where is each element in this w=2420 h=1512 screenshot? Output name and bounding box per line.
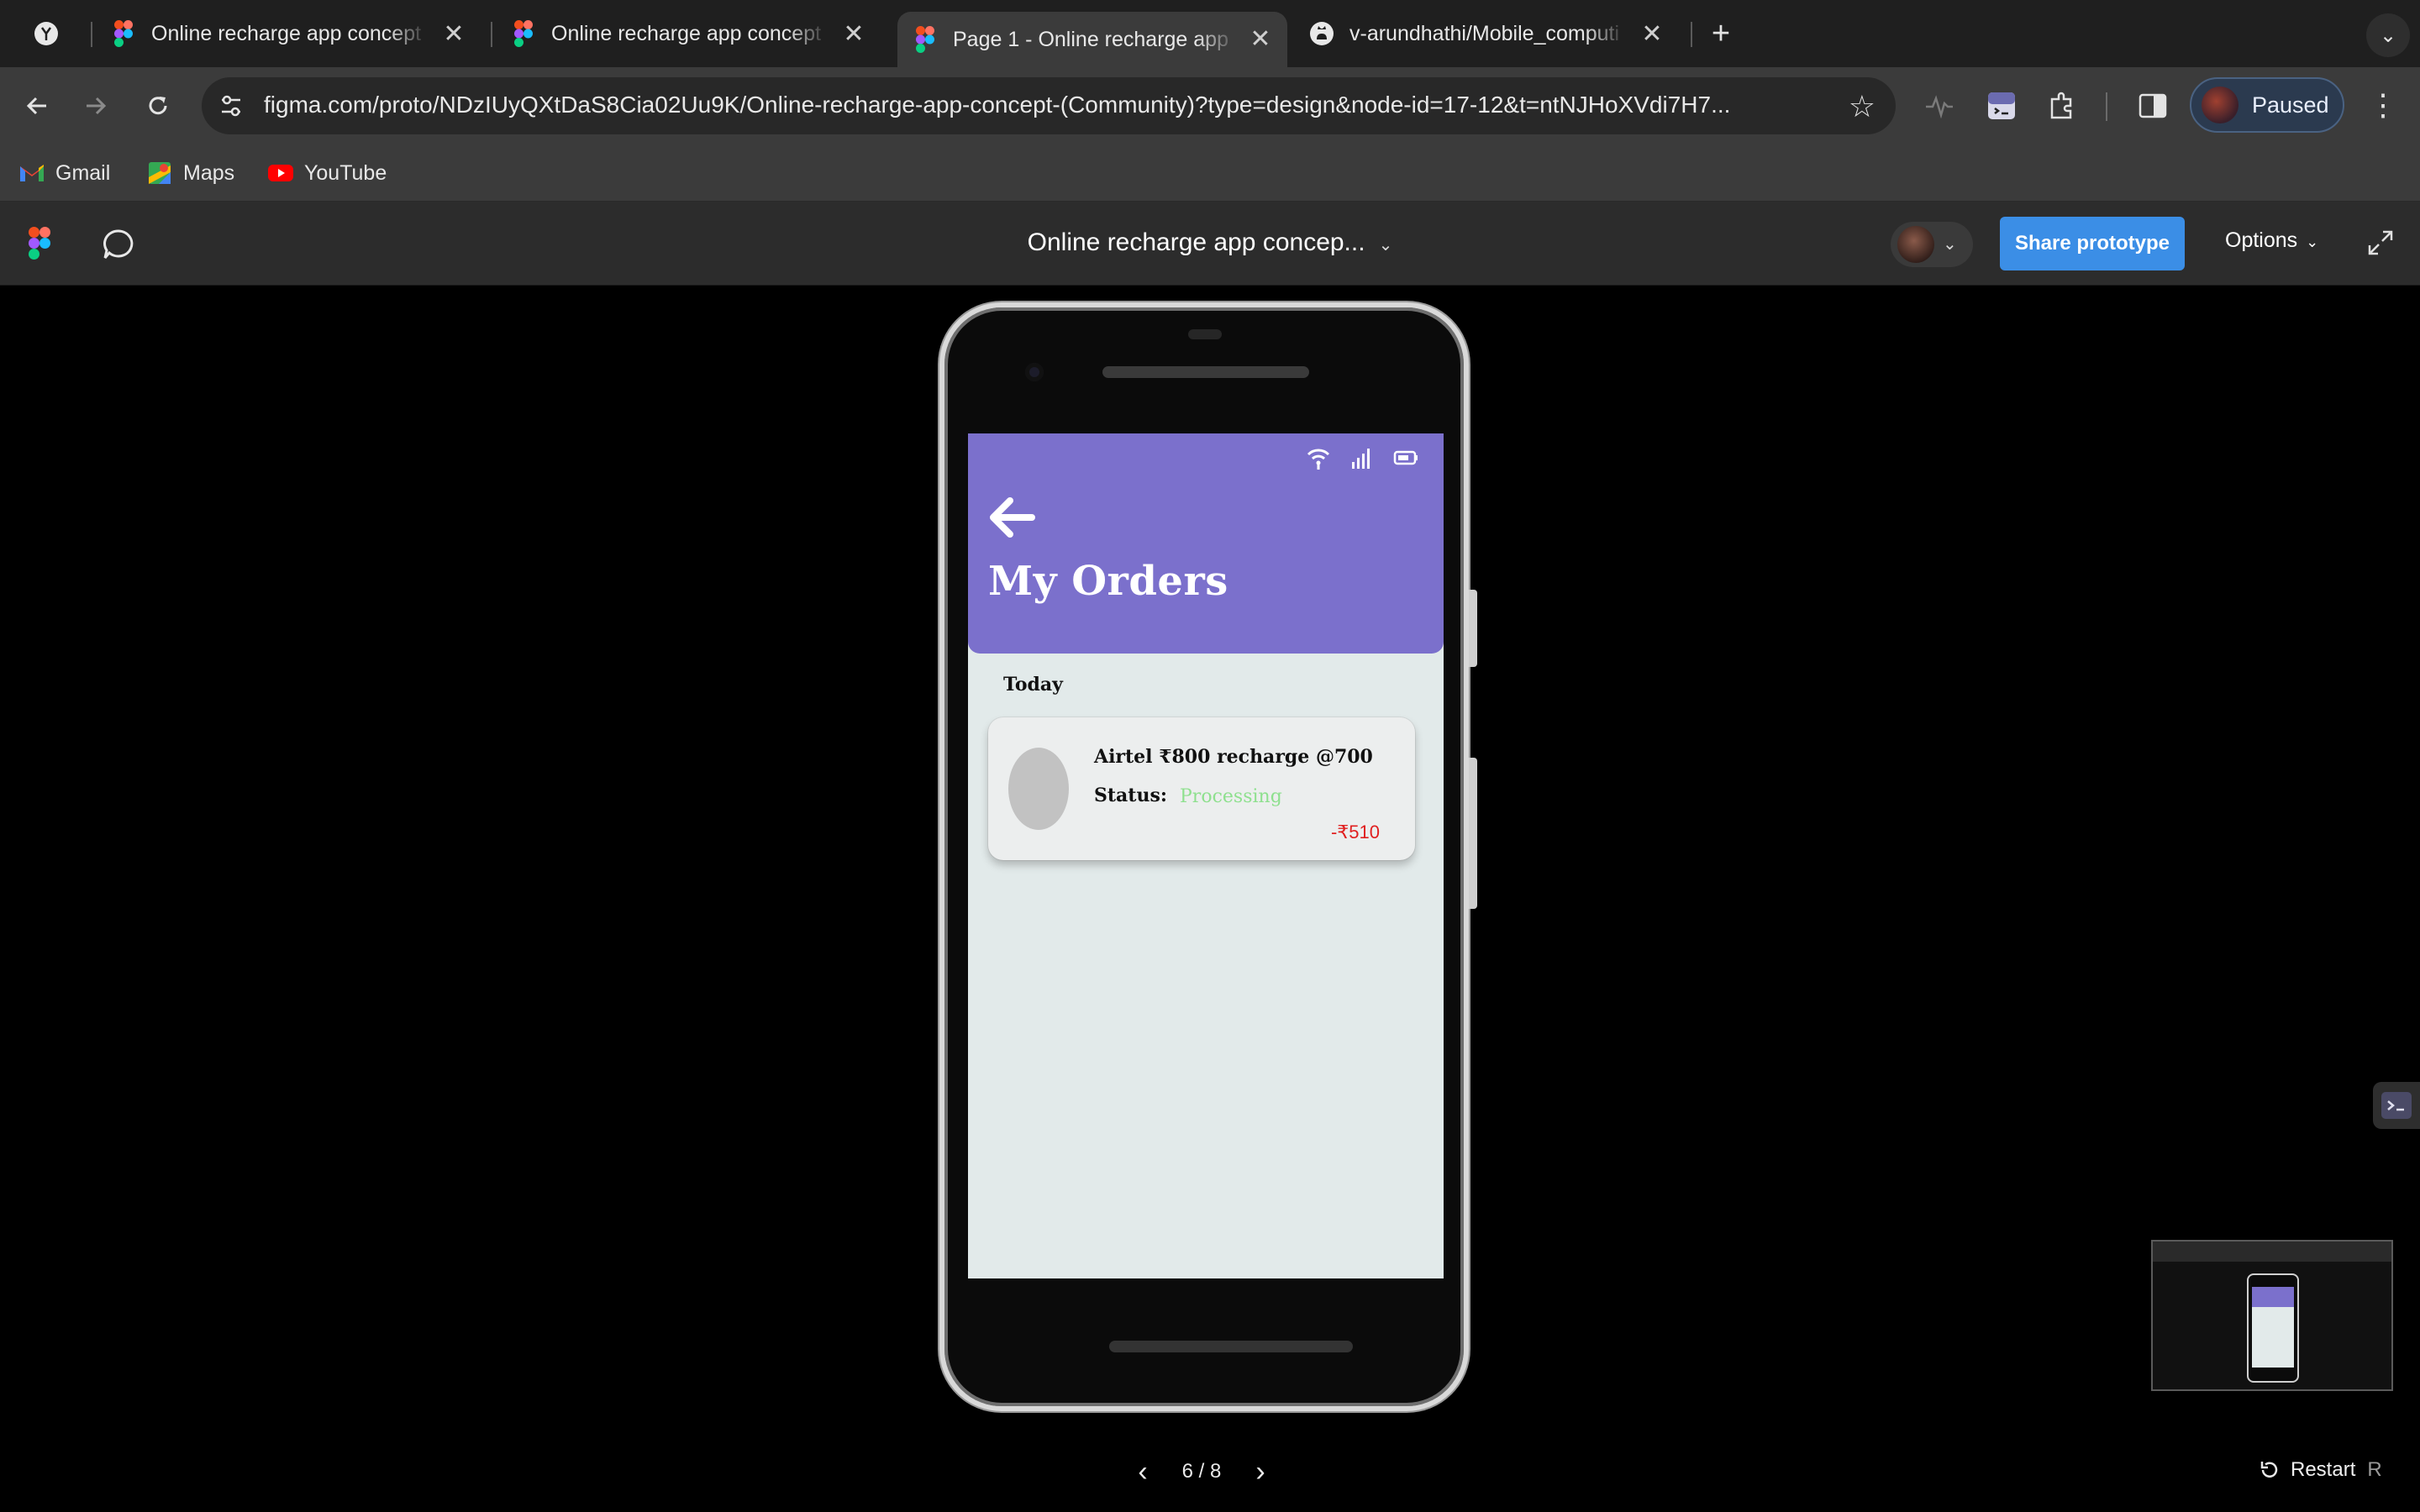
- figma-icon: [913, 26, 938, 53]
- bookmark-label: Maps: [183, 160, 235, 185]
- bookmark-gmail[interactable]: Gmail: [18, 158, 110, 188]
- front-camera: [1025, 363, 1044, 381]
- file-title: Online recharge app concep...: [1027, 228, 1365, 256]
- reload-button[interactable]: [138, 86, 178, 126]
- bookmark-star-icon[interactable]: ☆: [1849, 89, 1876, 124]
- close-tab-icon[interactable]: ✕: [839, 18, 869, 49]
- browser-toolbar: figma.com/proto/NDzIUyQXtDaS8Cia02Uu9K/O…: [0, 67, 2420, 144]
- restart-label: Restart: [2291, 1458, 2356, 1481]
- extension-floating-button[interactable]: [2373, 1082, 2420, 1129]
- share-prototype-button[interactable]: Share prototype: [2000, 217, 2185, 270]
- bottom-speaker: [1109, 1341, 1353, 1352]
- order-amount: -₹510: [1330, 822, 1380, 843]
- figma-icon: [111, 20, 136, 47]
- maps-icon: [146, 160, 173, 186]
- restart-icon: [2260, 1462, 2278, 1478]
- status-bar: [1306, 445, 1418, 470]
- previous-frame-icon[interactable]: ‹: [1126, 1456, 1160, 1488]
- earpiece-speaker: [1102, 366, 1309, 378]
- tab-title: Online recharge app concept: [551, 21, 822, 45]
- bookmark-maps[interactable]: Maps: [146, 158, 234, 188]
- bookmark-label: YouTube: [304, 160, 387, 185]
- bookmark-youtube[interactable]: YouTube: [267, 158, 387, 188]
- extension-terminal-icon[interactable]: [1983, 87, 2020, 124]
- back-button[interactable]: [17, 86, 57, 126]
- next-frame-icon[interactable]: ›: [1244, 1456, 1277, 1488]
- chevron-down-icon: ⌄: [1378, 236, 1393, 255]
- status-value: Processing: [1180, 786, 1282, 807]
- app-screen: My Orders Today Airtel ₹800 recharge @70…: [968, 433, 1444, 1278]
- options-menu[interactable]: Options ⌄: [2225, 228, 2318, 253]
- chevron-down-icon: ⌄: [2306, 234, 2319, 250]
- url-text[interactable]: figma.com/proto/NDzIUyQXtDaS8Cia02Uu9K/O…: [264, 92, 1730, 118]
- profile-status: Paused: [2252, 92, 2329, 118]
- tab-title: v-arundhathi/Mobile_computi: [1349, 21, 1620, 45]
- browser-menu-icon[interactable]: ⋮: [2368, 87, 2398, 123]
- power-button: [1469, 590, 1477, 667]
- back-arrow-icon[interactable]: [988, 497, 1035, 538]
- new-tab-button[interactable]: +: [1701, 13, 1741, 54]
- signal-icon: [1352, 449, 1370, 469]
- close-tab-icon[interactable]: ✕: [1245, 24, 1276, 54]
- gmail-icon: [18, 160, 45, 186]
- forward-button[interactable]: [76, 86, 116, 126]
- tab-strip: Online recharge app concept ✕ Online rec…: [0, 0, 2420, 67]
- side-panel-icon[interactable]: [2134, 87, 2171, 124]
- page-indicator: 6 / 8: [1181, 1460, 1222, 1483]
- tab-figma-active[interactable]: Page 1 - Online recharge app ✕: [897, 12, 1287, 67]
- restart-shortcut: R: [2367, 1458, 2382, 1481]
- forward-icon: [87, 97, 107, 115]
- restart-button[interactable]: Restart R: [2259, 1458, 2382, 1482]
- youtube-icon: [267, 160, 294, 186]
- section-date-label: Today: [1003, 674, 1063, 696]
- order-card[interactable]: Airtel ₹800 recharge @700 Status: Proces…: [988, 717, 1415, 860]
- tab-title: Online recharge app concept: [151, 21, 422, 45]
- back-icon: [26, 97, 46, 115]
- close-tab-icon[interactable]: ✕: [439, 18, 469, 49]
- fullscreen-icon[interactable]: [2366, 228, 2395, 257]
- tab-github[interactable]: v-arundhathi/Mobile_computi ✕: [1309, 12, 1679, 55]
- minimap-thumbnail[interactable]: [2151, 1240, 2393, 1391]
- extension-activity-icon[interactable]: [1921, 87, 1958, 124]
- tab-figma-2[interactable]: Online recharge app concept ✕: [511, 12, 881, 55]
- close-tab-icon[interactable]: ✕: [1637, 18, 1667, 49]
- avatar: [2202, 87, 2238, 123]
- status-label: Status:: [1094, 785, 1167, 806]
- github-icon: [1309, 21, 1334, 46]
- site-info-icon[interactable]: [217, 92, 245, 120]
- tab-figma-1[interactable]: Online recharge app concept ✕: [111, 12, 481, 55]
- tab-search-button[interactable]: ⌄: [2366, 13, 2410, 57]
- order-name: Airtel ₹800 recharge @700: [1094, 746, 1373, 768]
- reload-icon: [149, 97, 167, 115]
- options-label: Options: [2225, 228, 2298, 252]
- tab-title: Page 1 - Online recharge app: [953, 27, 1228, 51]
- profile-button[interactable]: Paused: [2190, 77, 2344, 133]
- perplexity-icon: [34, 21, 59, 46]
- prototype-pager: ‹ 6 / 8 ›: [1126, 1453, 1277, 1490]
- tab-perplexity[interactable]: [34, 12, 74, 55]
- bookmarks-bar: Gmail Maps YouTube: [0, 144, 2420, 202]
- wifi-icon: [1307, 449, 1330, 470]
- viewer-avatar-menu[interactable]: ⌄: [1891, 222, 1973, 267]
- battery-icon: [1393, 450, 1418, 465]
- address-bar[interactable]: figma.com/proto/NDzIUyQXtDaS8Cia02Uu9K/O…: [202, 77, 1896, 134]
- figma-prototype-toolbar: Online recharge app concep... ⌄ ⌄ Share p…: [0, 202, 2420, 286]
- figma-icon: [511, 20, 536, 47]
- volume-button: [1469, 758, 1477, 909]
- chevron-down-icon: ⌄: [1943, 235, 1957, 254]
- extensions-puzzle-icon[interactable]: [2044, 87, 2081, 124]
- operator-logo-placeholder: [1008, 748, 1069, 830]
- page-title: My Orders: [988, 558, 1228, 605]
- bookmark-label: Gmail: [55, 160, 111, 185]
- avatar: [1897, 226, 1934, 263]
- terminal-icon: [2381, 1092, 2412, 1119]
- orders-header: My Orders: [968, 433, 1444, 654]
